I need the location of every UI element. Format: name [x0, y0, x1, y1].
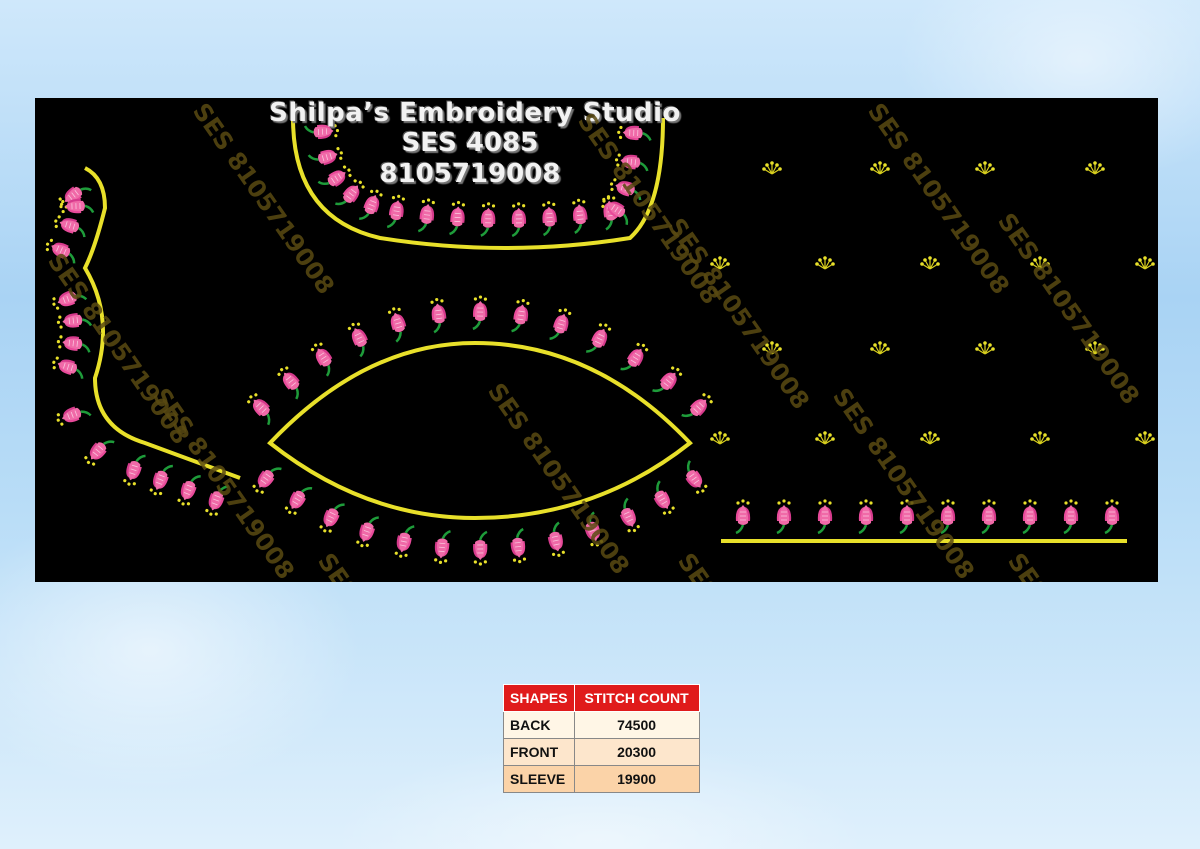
border-flower [980, 498, 998, 535]
shape-cell: BACK [503, 711, 575, 739]
border-flower [775, 498, 793, 535]
front-neck-flower [677, 459, 711, 498]
embroidery-design-panel: Shilpa’s Embroidery Studio SES 4085 8105… [35, 98, 1158, 582]
front-neck-flower [249, 459, 283, 498]
table-header-row: SHAPES STITCH COUNT [503, 684, 700, 712]
front-neck-flower [543, 521, 568, 560]
sprig-motif [1084, 160, 1106, 175]
sprig-motif [1134, 255, 1156, 270]
shape-cell: SLEEVE [503, 765, 575, 793]
back-neck-flower [540, 199, 559, 237]
sleeve-flower [52, 400, 92, 429]
front-neck-flower [507, 527, 529, 566]
back-neck-flower [448, 199, 468, 237]
stitch-count-cell: 20300 [573, 738, 700, 766]
border-flower [857, 498, 875, 535]
front-neck-flower [307, 338, 341, 378]
front-neck-flower [651, 362, 686, 401]
sprig-motif [1029, 430, 1051, 445]
sleeve-flower [80, 431, 116, 470]
front-neck-flower [471, 530, 489, 567]
column-header-stitch-count: STITCH COUNT [573, 684, 700, 712]
column-header-shapes: SHAPES [503, 684, 575, 712]
front-neck-flower [353, 511, 381, 551]
back-neck-flower [416, 196, 438, 234]
stitch-count-cell: 74500 [573, 711, 700, 739]
sprig-motif [974, 340, 996, 355]
sprig-motif [814, 430, 836, 445]
sprig-motif [869, 340, 891, 355]
back-neck-flower [479, 200, 497, 238]
sprig-motif [869, 160, 891, 175]
front-neck-flower [392, 522, 416, 561]
table-row: FRONT 20300 [503, 738, 700, 766]
front-neck-flower [510, 296, 532, 335]
shape-cell: FRONT [503, 738, 575, 766]
sprig-motif [1134, 430, 1156, 445]
sleeve-flower [57, 197, 95, 216]
front-neck-flower [613, 497, 643, 537]
table-row: BACK 74500 [503, 711, 700, 739]
sprig-motif [974, 160, 996, 175]
border-flower [816, 498, 834, 535]
sleeve-flower [50, 212, 90, 239]
back-neck-flower [357, 186, 386, 226]
sprig-motif [761, 160, 783, 175]
sleeve-flower [48, 353, 88, 381]
front-neck-flower [316, 497, 346, 537]
border-flower [1103, 498, 1121, 535]
front-neck-flower [431, 528, 452, 566]
front-neck-flower [428, 295, 450, 334]
sprig-motif [814, 255, 836, 270]
table-row: SLEEVE 19900 [503, 765, 700, 793]
front-neck-flower [471, 294, 489, 331]
sleeve-flower [146, 459, 175, 499]
front-neck-flower [646, 479, 679, 519]
front-neck-flower [385, 304, 412, 343]
front-neck-flower [548, 305, 575, 345]
border-flower [1021, 498, 1039, 535]
sprig-motif [709, 430, 731, 445]
sprig-motif [919, 255, 941, 270]
sprig-motif [919, 430, 941, 445]
front-neck-flower [680, 389, 717, 427]
front-neck-flower [619, 339, 652, 378]
back-neck-flower [570, 196, 591, 235]
sleeve-flower [54, 333, 93, 354]
sleeve-flower [120, 450, 147, 490]
border-flower [734, 498, 752, 535]
front-neck-flower [243, 389, 280, 427]
sleeve-flower [174, 470, 203, 510]
stitch-count-table: SHAPES STITCH COUNT BACK 74500 FRONT 203… [503, 684, 700, 793]
border-flower [1062, 498, 1080, 535]
back-neck-flower [385, 192, 408, 231]
front-neck-flower [584, 319, 615, 359]
front-neck-flower [273, 362, 309, 401]
front-neck-flower [344, 318, 375, 358]
front-neck-flower [281, 479, 314, 519]
back-neck-flower [510, 200, 528, 238]
studio-name: Shilpa’s Embroidery Studio [269, 98, 681, 128]
stitch-count-cell: 19900 [573, 765, 700, 793]
